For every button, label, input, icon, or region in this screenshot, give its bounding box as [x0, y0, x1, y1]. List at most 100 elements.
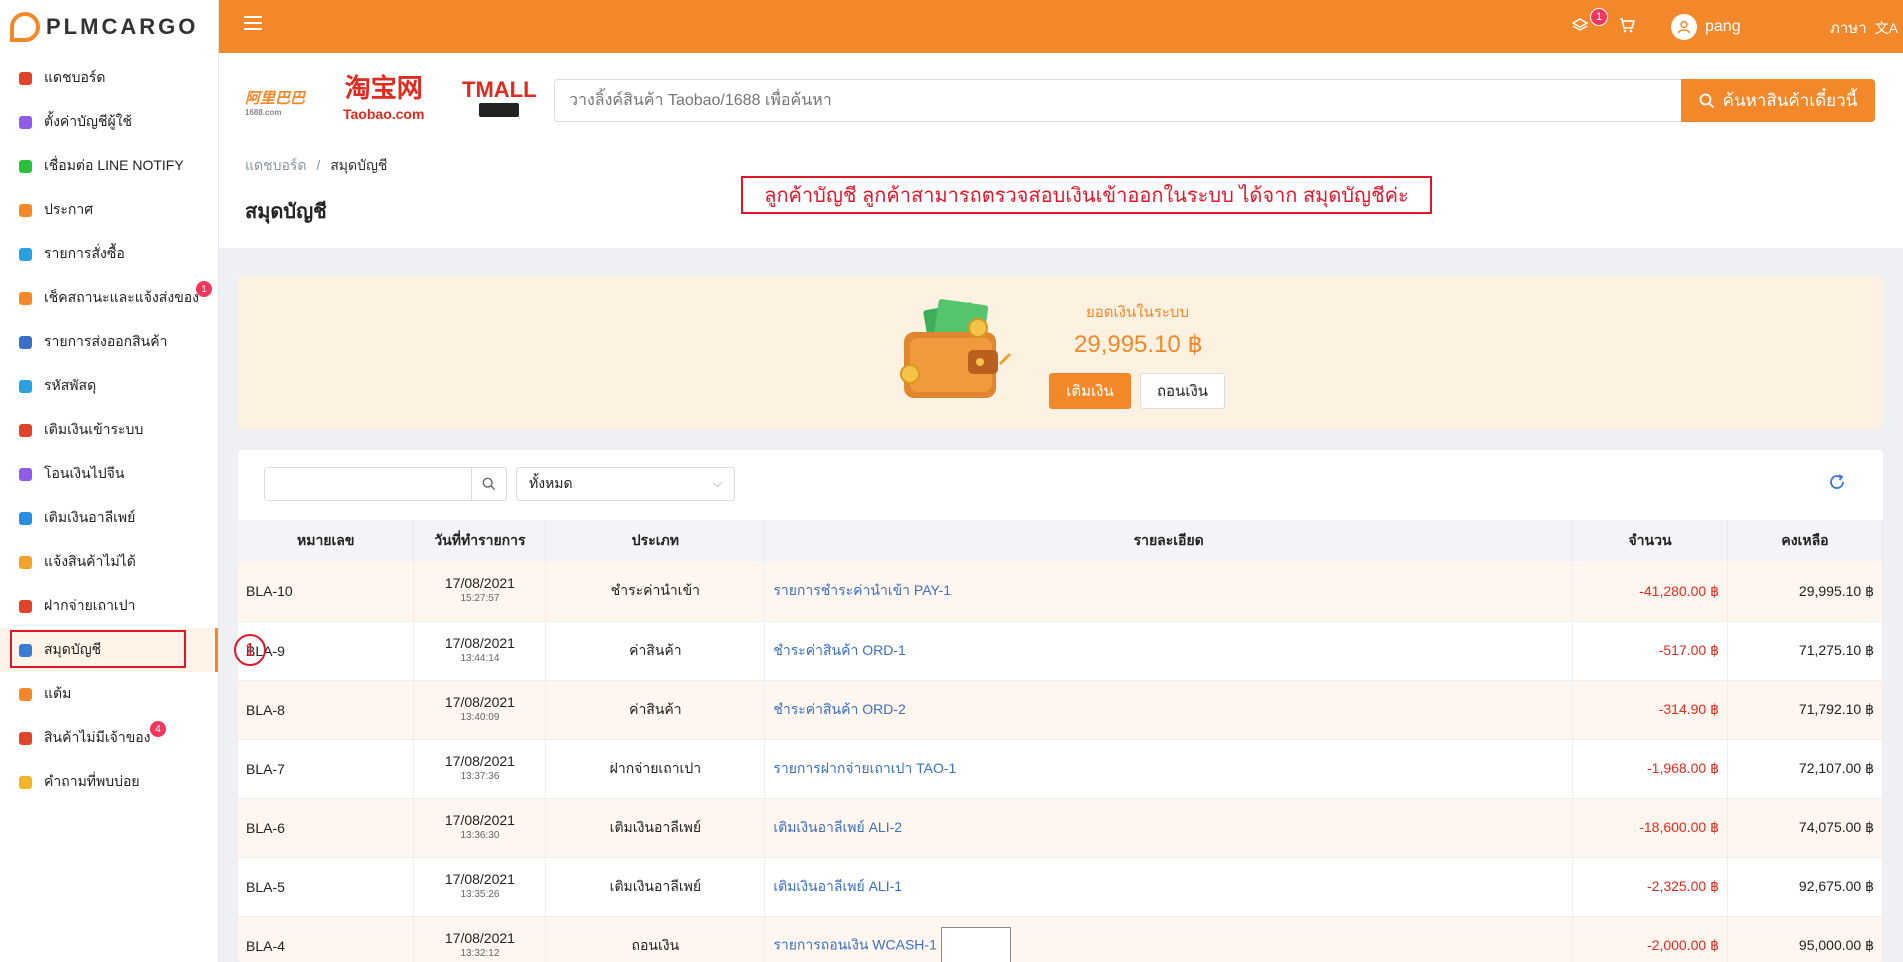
breadcrumb-current: สมุดบัญชี — [330, 157, 388, 173]
logo-tmall[interactable]: TMALL — [462, 79, 537, 117]
logo-tmall-text: TMALL — [462, 77, 537, 102]
detail-link[interactable]: ชำระค่าสินค้า ORD-1 — [773, 642, 905, 658]
logo-1688-text: 阿里巴巴 — [245, 90, 306, 107]
product-search-input[interactable] — [554, 79, 1682, 122]
filter-search-button[interactable] — [471, 467, 507, 501]
sidebar-item[interactable]: คำถามที่พบบ่อย — [0, 760, 218, 804]
sidebar-item[interactable]: ตั้งค่าบัญชีผู้ใช้ — [0, 100, 218, 144]
truck-icon — [16, 289, 34, 307]
breadcrumb-home[interactable]: แดชบอร์ด — [245, 157, 307, 173]
cell-balance: 71,792.10 ฿ — [1727, 680, 1883, 740]
sidebar: PLMCARGO แดชบอร์ด ตั้งค่าบัญชีผู้ใช้เชื่อ… — [0, 0, 219, 962]
sidebar-item[interactable]: แดชบอร์ด — [0, 56, 218, 100]
cell-amount: -314.90 ฿ — [1572, 680, 1728, 740]
sidebar-item[interactable]: เชื่อมต่อ LINE NOTIFY — [0, 144, 218, 188]
alipay-icon — [16, 509, 34, 527]
logo-taobao[interactable]: 淘宝网 Taobao.com — [343, 75, 424, 127]
user-menu[interactable]: pang — [1671, 14, 1741, 40]
user-settings-icon — [16, 113, 34, 131]
cell-type: ค่าสินค้า — [545, 680, 766, 740]
language-switcher[interactable]: ภาษา 文A — [1830, 16, 1898, 40]
table-row[interactable]: BLA-6 17/08/2021 13:36:30 เติมเงินอาลีเพย์เ… — [238, 798, 1883, 858]
sidebar-item-label: รายการส่งออกสินค้า — [44, 333, 168, 349]
table-row[interactable]: BLA-8 17/08/2021 13:40:09 ค่าสินค้า ชำระค่าส… — [238, 680, 1883, 740]
topup-button[interactable]: เติมเงิน — [1049, 373, 1131, 409]
col-header-date[interactable]: วันที่ทำรายการ — [413, 520, 547, 562]
language-label: ภาษา — [1830, 20, 1867, 37]
cell-amount: -18,600.00 ฿ — [1572, 798, 1728, 858]
cell-date-time: 13:37:36 — [460, 770, 500, 782]
sidebar-item-label: เชื่อมต่อ LINE NOTIFY — [44, 157, 184, 173]
sidebar-item[interactable]: แจ้งสินค้าไม่ได้ — [0, 540, 218, 584]
sidebar-item[interactable]: แต้ม — [0, 672, 218, 716]
sidebar-item[interactable]: ประกาศ — [0, 188, 218, 232]
cell-date-time: 13:32:12 — [460, 947, 500, 959]
layers-icon[interactable] — [1571, 17, 1589, 38]
detail-link[interactable]: เติมเงินอาลีเพย์ ALI-2 — [773, 819, 902, 835]
detail-link[interactable]: ชำระค่าสินค้า ORD-2 — [773, 701, 905, 717]
cell-date: 17/08/2021 13:35:26 — [413, 857, 547, 917]
col-header-detail[interactable]: รายละเอียด — [764, 520, 1574, 562]
col-header-number[interactable]: หมายเลข — [238, 520, 415, 562]
cell-detail: ชำระค่าสินค้า ORD-2 — [764, 680, 1574, 740]
piggy-bank-icon — [16, 421, 34, 439]
search-icon — [1699, 93, 1714, 108]
sidebar-item-label: สมุดบัญชี — [44, 641, 102, 657]
sidebar-item[interactable]: สมุดบัญชี — [0, 628, 218, 672]
page-header: 阿里巴巴 1688.com 淘宝网 Taobao.com TMALL ค้นหา… — [219, 53, 1903, 248]
sidebar-item-label: เติมเงินอาลีเพย์ — [44, 509, 136, 525]
table-row[interactable]: BLA-7 17/08/2021 13:37:36 ฝากจ่ายเถาเปา รายก… — [238, 739, 1883, 799]
logo[interactable]: PLMCARGO — [0, 0, 218, 54]
cell-date: 17/08/2021 13:44:14 — [413, 621, 547, 681]
cell-amount: -2,000.00 ฿ — [1572, 916, 1728, 962]
sidebar-item-label: โอนเงินไปจีน — [44, 465, 125, 481]
cell-date: 17/08/2021 15:27:57 — [413, 562, 547, 622]
table-row[interactable]: BLA-5 17/08/2021 13:35:26 เติมเงินอาลีเพย์เ… — [238, 857, 1883, 917]
search-button[interactable]: ค้นหาสินค้าเดี๋ยวนี้ — [1681, 79, 1875, 122]
sidebar-item-label: รหัสพัสดุ — [44, 377, 97, 393]
cell-date-day: 17/08/2021 — [444, 575, 515, 592]
table-row[interactable]: BLA-10 17/08/2021 15:27:57 ชำระค่านำเข้า ราย… — [238, 562, 1883, 622]
medal-icon — [16, 685, 34, 703]
type-filter-select[interactable]: ทั้งหมด ⌵ — [516, 467, 735, 501]
sidebar-item[interactable]: เช็คสถานะและแจ้งส่งของ 1 — [0, 276, 218, 320]
annotation-step-marker: 1 — [234, 634, 266, 666]
col-header-amount[interactable]: จำนวน — [1572, 520, 1728, 562]
col-header-balance[interactable]: คงเหลือ — [1727, 520, 1883, 562]
cell-date-time: 13:44:14 — [460, 652, 500, 664]
sidebar-item[interactable]: เติมเงินเข้าระบบ — [0, 408, 218, 452]
detail-link[interactable]: เติมเงินอาลีเพย์ ALI-1 — [773, 878, 902, 894]
table-row[interactable]: BLA-9 17/08/2021 13:44:14 ค่าสินค้า ชำระค่าส… — [238, 621, 1883, 681]
cell-type: ค่าสินค้า — [545, 621, 766, 681]
type-filter-value: ทั้งหมด — [529, 475, 573, 491]
refresh-icon[interactable] — [1827, 472, 1847, 498]
detail-link[interactable]: รายการฝากจ่ายเถาเปา TAO-1 — [773, 760, 956, 776]
table-row[interactable]: BLA-4 17/08/2021 13:32:12 ถอนเงิน รายการถอนเ… — [238, 916, 1883, 962]
cart-icon[interactable] — [1619, 17, 1636, 38]
receipt-thumbnail[interactable] — [940, 926, 1011, 962]
cell-amount: -517.00 ฿ — [1572, 621, 1728, 681]
sidebar-item[interactable]: ฝากจ่ายเถาเปา — [0, 584, 218, 628]
cell-detail: เติมเงินอาลีเพย์ ALI-2 — [764, 798, 1574, 858]
menu-toggle-icon[interactable] — [244, 16, 262, 30]
filter-search-input[interactable] — [264, 467, 472, 501]
withdraw-button[interactable]: ถอนเงิน — [1140, 373, 1225, 409]
user-name: pang — [1705, 18, 1741, 35]
cell-detail: รายการชำระค่านำเข้า PAY-1 — [764, 562, 1574, 622]
logo-taobao-sub: Taobao.com — [343, 106, 425, 122]
sidebar-item[interactable]: เติมเงินอาลีเพย์ — [0, 496, 218, 540]
cell-date-day: 17/08/2021 — [444, 811, 515, 828]
avatar-icon — [1671, 14, 1697, 40]
detail-link[interactable]: รายการชำระค่านำเข้า PAY-1 — [773, 582, 951, 598]
cell-balance: 71,275.10 ฿ — [1727, 621, 1883, 681]
sidebar-item[interactable]: รหัสพัสดุ — [0, 364, 218, 408]
logo-1688[interactable]: 阿里巴巴 1688.com — [245, 87, 305, 117]
sidebar-item[interactable]: โอนเงินไปจีน — [0, 452, 218, 496]
sidebar-item[interactable]: สินค้าไม่มีเจ้าของ 4 — [0, 716, 218, 760]
detail-link[interactable]: รายการถอนเงิน WCASH-1 — [773, 936, 937, 952]
sidebar-item[interactable]: รายการส่งออกสินค้า — [0, 320, 218, 364]
sidebar-item[interactable]: รายการสั่งซื้อ — [0, 232, 218, 276]
translate-icon: 文A — [1874, 20, 1898, 36]
megaphone-icon — [16, 201, 34, 219]
col-header-type[interactable]: ประเภท — [545, 520, 766, 562]
